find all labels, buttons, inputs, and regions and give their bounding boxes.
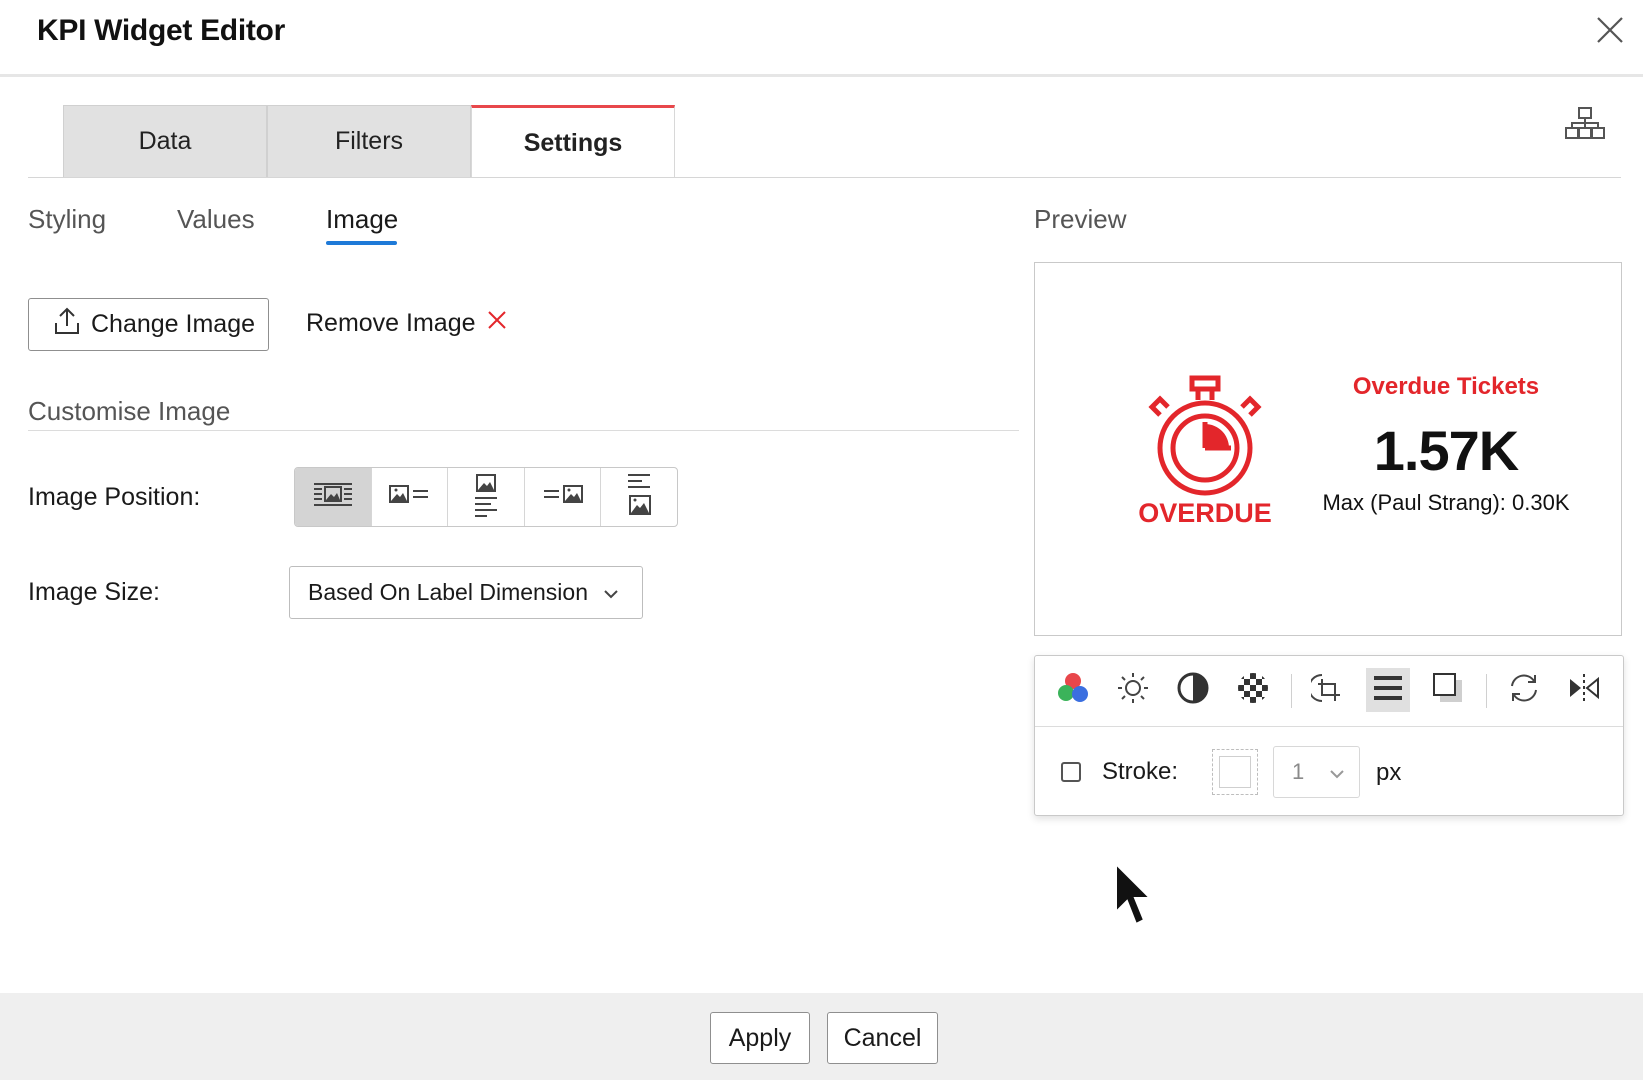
image-position-top[interactable] — [448, 468, 525, 526]
kpi-value: 1.57K — [1373, 419, 1519, 482]
preview-heading: Preview — [1034, 204, 1127, 234]
close-icon[interactable] — [1594, 14, 1626, 46]
toolbar-separator — [1486, 674, 1487, 708]
change-image-button[interactable]: Change Image — [28, 298, 269, 351]
image-left-icon — [388, 483, 430, 512]
flip-tool-button[interactable] — [1562, 668, 1606, 712]
toolbar-separator — [1291, 674, 1292, 708]
image-position-bottom[interactable] — [601, 468, 677, 526]
image-bottom-icon — [624, 472, 654, 523]
remove-image-button[interactable]: Remove Image — [306, 309, 508, 338]
stroke-unit-label: px — [1376, 759, 1402, 786]
image-position-inline[interactable] — [295, 468, 372, 526]
stroke-color-picker[interactable] — [1212, 749, 1258, 795]
subtab-active-indicator — [326, 241, 397, 245]
crop-tool-button[interactable] — [1306, 668, 1350, 712]
upload-icon — [53, 306, 81, 343]
cancel-button[interactable]: Cancel — [827, 1012, 938, 1064]
image-size-value: Based On Label Dimension — [308, 579, 588, 605]
image-size-label: Image Size: — [28, 578, 161, 606]
rotate-icon — [1507, 671, 1541, 710]
hierarchy-icon[interactable] — [1564, 106, 1606, 142]
section-divider — [28, 430, 1019, 431]
remove-x-icon — [486, 309, 508, 338]
chevron-down-icon — [1329, 759, 1345, 785]
subtab-image[interactable]: Image — [326, 204, 398, 235]
stroke-color-swatch — [1219, 756, 1251, 788]
contrast-tool-button[interactable] — [1171, 668, 1215, 712]
color-icon — [1056, 671, 1090, 710]
stroke-checkbox[interactable] — [1061, 762, 1081, 782]
mouse-pointer-icon — [1114, 861, 1154, 928]
transparency-icon — [1236, 671, 1270, 710]
shadow-tool-button[interactable] — [1426, 668, 1470, 712]
tabs-divider — [28, 177, 1621, 178]
chevron-down-icon — [602, 579, 620, 606]
shadow-icon — [1431, 671, 1465, 710]
crop-icon — [1308, 671, 1345, 710]
color-tool-button[interactable] — [1051, 668, 1095, 712]
stroke-tool-button[interactable] — [1366, 668, 1410, 712]
image-position-right[interactable] — [525, 468, 602, 526]
brightness-icon — [1116, 671, 1150, 710]
kpi-label: Overdue Tickets — [1352, 373, 1540, 400]
rotate-tool-button[interactable] — [1502, 668, 1546, 712]
kpi-max-subtext: Max (Paul Strang): 0.30K — [1322, 490, 1570, 515]
contrast-icon — [1176, 671, 1210, 710]
overdue-image-text: OVERDUE — [1138, 498, 1272, 528]
brightness-tool-button[interactable] — [1111, 668, 1155, 712]
image-size-select[interactable]: Based On Label Dimension — [289, 566, 643, 619]
dialog-title: KPI Widget Editor — [37, 14, 285, 47]
stroke-label: Stroke: — [1102, 758, 1179, 785]
tab-filters[interactable]: Filters — [267, 105, 471, 177]
image-position-left[interactable] — [372, 468, 449, 526]
image-position-group — [294, 467, 678, 527]
image-right-icon — [542, 483, 584, 512]
customise-image-heading: Customise Image — [28, 396, 231, 426]
stroke-width-value: 1 — [1292, 759, 1305, 784]
tab-data[interactable]: Data — [63, 105, 267, 177]
header-divider — [0, 74, 1643, 77]
stopwatch-icon: OVERDUE — [1138, 372, 1272, 532]
subtab-values[interactable]: Values — [177, 204, 255, 235]
change-image-label: Change Image — [91, 310, 256, 338]
image-position-label: Image Position: — [28, 483, 201, 511]
image-inline-text-icon — [312, 480, 354, 515]
flip-icon — [1567, 671, 1601, 710]
dialog-footer — [0, 993, 1643, 1080]
remove-image-label: Remove Image — [306, 309, 476, 337]
toolbar-divider — [1035, 726, 1623, 727]
subtab-styling[interactable]: Styling — [28, 204, 106, 235]
tab-settings[interactable]: Settings — [471, 105, 675, 178]
image-top-icon — [471, 473, 501, 522]
apply-button[interactable]: Apply — [710, 1012, 810, 1064]
transparency-tool-button[interactable] — [1231, 668, 1275, 712]
stroke-width-select[interactable]: 1 — [1273, 746, 1360, 798]
stroke-icon — [1372, 673, 1404, 708]
